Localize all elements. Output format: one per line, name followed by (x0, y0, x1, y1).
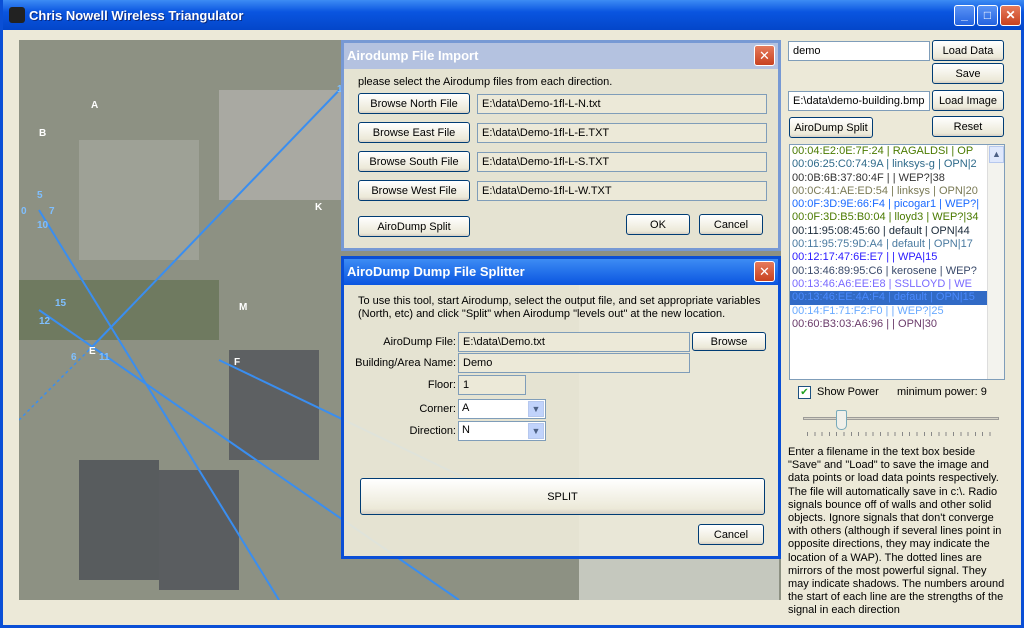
close-icon[interactable]: ✕ (754, 45, 775, 66)
building-input[interactable] (458, 353, 690, 373)
scroll-up-icon[interactable]: ▲ (989, 146, 1004, 163)
building (159, 470, 239, 590)
network-list-item[interactable]: 00:0F:3D:B5:B0:04 | lloyd3 | WEP?|34 (790, 211, 1004, 224)
corner-select[interactable]: A ▼ (458, 399, 546, 419)
corner-label: Corner: (419, 403, 456, 415)
signal-strength: 7 (49, 206, 55, 217)
help-text: Enter a filename in the text box beside … (788, 446, 1005, 617)
map-label: M (239, 302, 248, 313)
load-image-button[interactable]: Load Image (932, 90, 1004, 111)
chevron-down-icon[interactable]: ▼ (528, 401, 544, 417)
network-list[interactable]: 00:04:E2:0E:7F:24 | RAGALDSI | OP 00:06:2… (789, 144, 1005, 380)
south-file-path-input[interactable]: E:\data\Demo-1fl-L-S.TXT (477, 152, 767, 172)
instructions: please select the Airodump files from ea… (358, 76, 613, 88)
network-list-item[interactable]: 00:0C:41:AE:ED:54 | linksys | OPN|20 (790, 185, 1004, 198)
signal-strength: 5 (37, 190, 43, 201)
split-button[interactable]: SPLIT (360, 478, 765, 515)
airodump-file-input[interactable] (458, 332, 690, 352)
network-list-item[interactable]: 00:06:25:C0:74:9A | linksys-g | OPN|2 (790, 158, 1004, 171)
building-label: Building/Area Name: (355, 357, 456, 369)
direction-label: Direction: (409, 425, 456, 437)
cancel-button[interactable]: Cancel (698, 524, 764, 545)
minimize-button[interactable]: _ (954, 5, 975, 26)
app-icon (9, 7, 25, 23)
minimum-power-label: minimum power: 9 (897, 386, 987, 398)
east-file-path-input[interactable]: E:\data\Demo-1fl-L-E.TXT (477, 123, 767, 143)
corner-value: A (462, 402, 470, 414)
building (229, 350, 319, 460)
network-list-item[interactable]: 00:13:46:A6:EE:E8 | SSLLOYD | WE (790, 278, 1004, 291)
browse-south-file-button[interactable]: Browse South File (358, 151, 470, 172)
signal-strength: 12 (39, 316, 51, 327)
network-list-item[interactable]: 00:14:F1:71:F2:F0 | | WEP?|25 (790, 305, 1004, 318)
west-file-path-input[interactable]: E:\data\Demo-1fl-L-W.TXT (477, 181, 767, 201)
close-button[interactable]: ✕ (1000, 5, 1021, 26)
close-icon[interactable]: ✕ (754, 261, 775, 282)
dialog-title: AiroDump Dump File Splitter (347, 264, 525, 279)
network-list-item[interactable]: 00:13:46:EE:4A:F4 | default | OPN|15 (790, 291, 1004, 305)
signal-strength: 11 (99, 352, 110, 363)
map-label: A (91, 100, 99, 111)
signal-strength: 6 (71, 352, 77, 363)
image-filename-input[interactable] (788, 91, 930, 111)
minimum-power-slider[interactable] (803, 408, 999, 436)
airodump-file-label: AiroDump File: (383, 336, 456, 348)
data-filename-input[interactable] (788, 41, 930, 61)
building (79, 140, 199, 260)
title-bar: Chris Nowell Wireless Triangulator _ □ ✕ (3, 0, 1024, 30)
airodump-split-button[interactable]: AiroDump Split (358, 216, 470, 237)
scrollbar[interactable]: ▲ (987, 145, 1004, 379)
airodump-import-dialog: Airodump File Import ✕ please select the… (341, 40, 781, 251)
show-power-label: Show Power (817, 386, 879, 398)
window-title: Chris Nowell Wireless Triangulator (29, 8, 244, 23)
slider-thumb[interactable] (836, 410, 848, 430)
floor-label: Floor: (427, 379, 456, 391)
direction-select[interactable]: N ▼ (458, 421, 546, 441)
cancel-button[interactable]: Cancel (699, 214, 763, 235)
direction-value: N (462, 424, 470, 436)
airodump-split-button[interactable]: AiroDump Split (789, 117, 873, 138)
map-label: K (315, 202, 323, 213)
browse-east-file-button[interactable]: Browse East File (358, 122, 470, 143)
instructions: To use this tool, start Airodump, select… (358, 295, 761, 320)
network-list-item[interactable]: 00:11:95:08:45:60 | default | OPN|44 (790, 225, 1004, 238)
signal-strength: 0 (21, 206, 27, 217)
network-list-item[interactable]: 00:0B:6B:37:80:4F | | WEP?|38 (790, 172, 1004, 185)
network-list-item[interactable]: 00:11:95:75:9D:A4 | default | OPN|17 (790, 238, 1004, 251)
browse-north-file-button[interactable]: Browse North File (358, 93, 470, 114)
show-power-checkbox[interactable]: ✔ (798, 386, 811, 399)
trees (19, 280, 219, 340)
reset-button[interactable]: Reset (932, 116, 1004, 137)
map-label: E (89, 346, 96, 357)
network-list-item[interactable]: 00:13:46:89:95:C6 | kerosene | WEP? (790, 265, 1004, 278)
dialog-title: Airodump File Import (347, 48, 479, 63)
maximize-button[interactable]: □ (977, 5, 998, 26)
signal-strength: 10 (37, 220, 49, 231)
ok-button[interactable]: OK (626, 214, 690, 235)
browse-button[interactable]: Browse (692, 332, 766, 351)
north-file-path-input[interactable]: E:\data\Demo-1fl-L-N.txt (477, 94, 767, 114)
network-list-item[interactable]: 00:0F:3D:9E:66:F4 | picogar1 | WEP?| (790, 198, 1004, 211)
chevron-down-icon[interactable]: ▼ (528, 423, 544, 439)
map-label: B (39, 128, 47, 139)
network-list-item[interactable]: 00:04:E2:0E:7F:24 | RAGALDSI | OP (790, 145, 1004, 158)
building (79, 460, 159, 580)
building (219, 90, 349, 200)
signal-strength: 15 (55, 298, 67, 309)
save-button[interactable]: Save (932, 63, 1004, 84)
network-list-item[interactable]: 00:12:17:47:6E:E7 | | WPA|15 (790, 251, 1004, 264)
load-data-button[interactable]: Load Data (932, 40, 1004, 61)
map-label: F (234, 357, 241, 368)
network-list-item[interactable]: 00:60:B3:03:A6:96 | | OPN|30 (790, 318, 1004, 331)
dump-splitter-dialog: AiroDump Dump File Splitter ✕ To use thi… (341, 256, 781, 559)
floor-input[interactable] (458, 375, 526, 395)
browse-west-file-button[interactable]: Browse West File (358, 180, 470, 201)
